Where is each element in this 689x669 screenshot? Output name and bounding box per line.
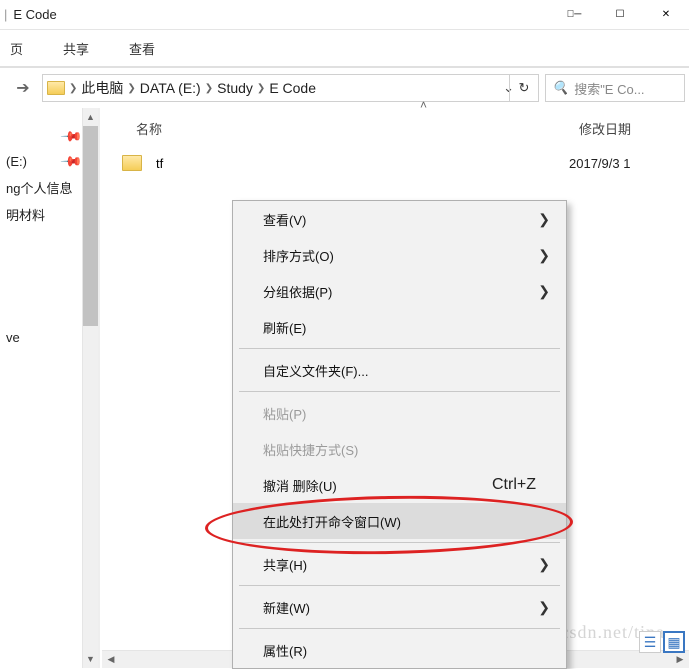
crumb-data[interactable]: DATA (E:) xyxy=(140,80,201,96)
sidebar-panel: 📌 (E:)📌 ng个人信息 明材料 ve xyxy=(0,108,82,668)
menu-share[interactable]: 共享 xyxy=(63,39,89,58)
minimize-button[interactable]: ─ xyxy=(551,0,597,29)
context-menu: 查看(V) 排序方式(O) 分组依据(P) 刷新(E) 自定义文件夹(F)...… xyxy=(232,200,567,669)
view-icons-button[interactable]: ▦ xyxy=(663,631,685,653)
title-left: | E Code xyxy=(0,0,551,29)
col-name[interactable]: 名称 xyxy=(136,119,579,138)
crumb-study[interactable]: Study xyxy=(217,80,253,96)
menu-item-view[interactable]: 查看(V) xyxy=(233,201,566,237)
sidebar-item[interactable]: 明材料 xyxy=(0,201,82,228)
sidebar-item[interactable]: ve xyxy=(0,326,82,349)
chevron-right-icon: ❯ xyxy=(69,83,77,94)
title-sep-icon: | xyxy=(4,7,7,22)
menu-view[interactable]: 查看 xyxy=(129,39,155,58)
chevron-right-icon: ❯ xyxy=(257,83,265,94)
scroll-left-icon[interactable]: ◀ xyxy=(102,654,120,665)
refresh-button[interactable]: ↻ xyxy=(509,74,539,102)
close-button[interactable]: ✕ xyxy=(643,0,689,29)
window-buttons: ─ ☐ ✕ xyxy=(551,0,689,29)
menu-item-new[interactable]: 新建(W) xyxy=(233,589,566,625)
search-input[interactable]: 🔍 搜索"E Co... xyxy=(545,74,685,102)
folder-icon xyxy=(122,155,142,171)
folder-icon xyxy=(47,81,65,95)
nav-back-button[interactable]: ➔ xyxy=(10,75,36,101)
col-modified[interactable]: 修改日期 xyxy=(579,119,689,138)
title-bar: | E Code ─ ☐ ✕ xyxy=(0,0,689,30)
sidebar: 📌 (E:)📌 ng个人信息 明材料 ve ▲ ▼ xyxy=(0,108,100,668)
shortcut-label: Ctrl+Z xyxy=(492,476,536,494)
file-name: tf xyxy=(156,156,569,171)
menu-item-paste: 粘贴(P) xyxy=(233,395,566,431)
crumb-ecode[interactable]: E Code xyxy=(269,80,316,96)
search-icon: 🔍 xyxy=(552,80,568,96)
menu-bar: 页 共享 查看 xyxy=(0,30,689,68)
search-placeholder: 搜索"E Co... xyxy=(574,79,644,98)
menu-item-sort[interactable]: 排序方式(O) xyxy=(233,237,566,273)
view-details-button[interactable]: ☰ xyxy=(639,631,661,653)
maximize-button[interactable]: ☐ xyxy=(597,0,643,29)
file-list: tf 2017/9/3 1 xyxy=(100,148,689,178)
address-box[interactable]: ❯ 此电脑 ❯ DATA (E:) ❯ Study ❯ E Code ⌄ ↻ xyxy=(42,74,539,102)
menu-item-properties[interactable]: 属性(R) xyxy=(233,632,566,668)
crumb-pc[interactable]: 此电脑 xyxy=(81,78,123,98)
sort-indicator-icon: ˄ xyxy=(420,98,427,112)
menu-item-refresh[interactable]: 刷新(E) xyxy=(233,309,566,345)
sidebar-item[interactable]: 📌 xyxy=(0,124,82,149)
file-row[interactable]: tf 2017/9/3 1 xyxy=(122,148,689,178)
pin-icon: 📌 xyxy=(59,124,82,148)
file-date: 2017/9/3 1 xyxy=(569,156,689,171)
sidebar-item[interactable]: ng个人信息 xyxy=(0,174,82,201)
window-title: E Code xyxy=(13,7,56,22)
scroll-down-icon[interactable]: ▼ xyxy=(83,650,98,668)
address-bar: ➔ ❯ 此电脑 ❯ DATA (E:) ❯ Study ❯ E Code ⌄ ↻… xyxy=(0,68,689,108)
column-header: ˄ 名称 修改日期 xyxy=(100,108,689,148)
scroll-thumb[interactable] xyxy=(83,126,98,326)
sidebar-scrollbar[interactable]: ▲ ▼ xyxy=(82,108,100,668)
chevron-right-icon: ❯ xyxy=(127,83,135,94)
sidebar-item[interactable] xyxy=(0,258,82,266)
view-mode-buttons: ☰ ▦ xyxy=(639,631,685,653)
scroll-right-icon[interactable]: ▶ xyxy=(671,654,689,665)
pin-icon: 📌 xyxy=(59,149,82,173)
menu-item-customize[interactable]: 自定义文件夹(F)... xyxy=(233,352,566,388)
menu-item-paste-shortcut: 粘贴快捷方式(S) xyxy=(233,431,566,467)
scroll-up-icon[interactable]: ▲ xyxy=(83,108,98,126)
chevron-right-icon: ❯ xyxy=(205,83,213,94)
sidebar-item[interactable]: (E:)📌 xyxy=(0,149,82,174)
menu-item-group[interactable]: 分组依据(P) xyxy=(233,273,566,309)
menu-home[interactable]: 页 xyxy=(10,39,23,58)
